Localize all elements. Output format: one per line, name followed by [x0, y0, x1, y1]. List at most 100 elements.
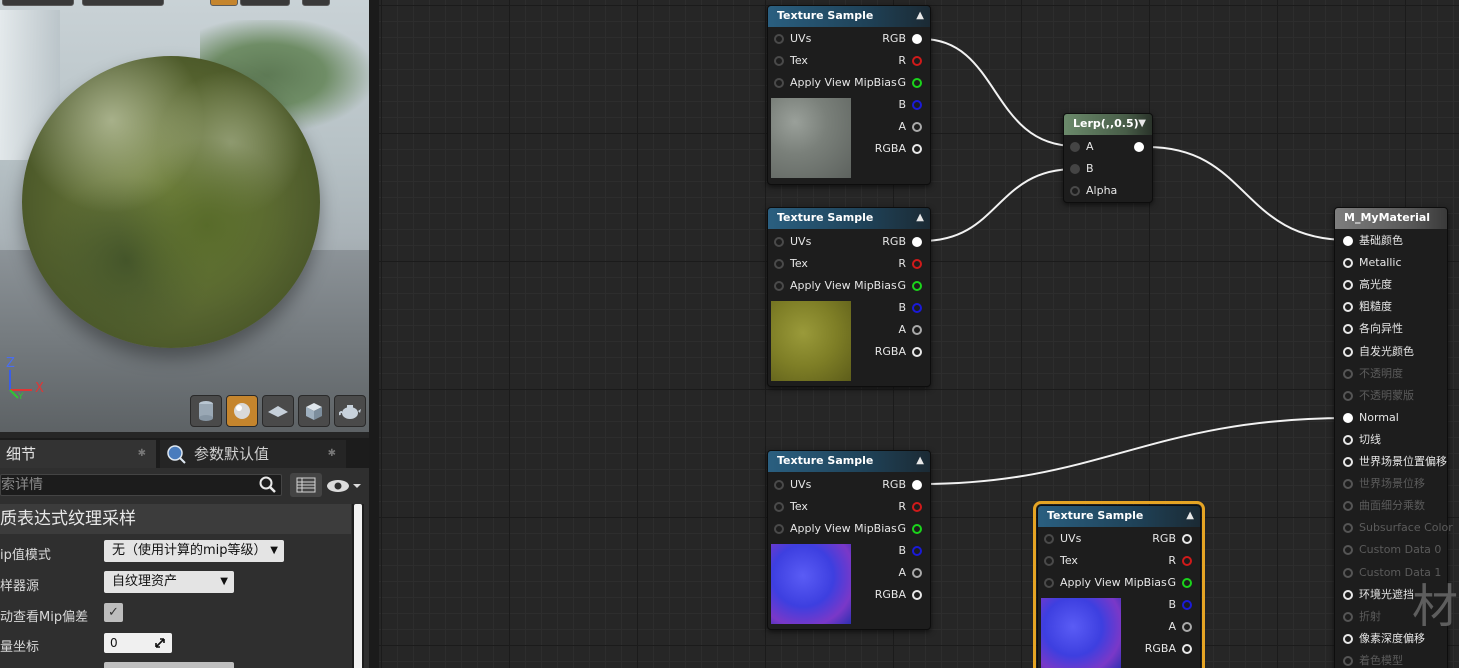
tab-close-icon[interactable]: ✱	[328, 440, 336, 468]
output-pin-r[interactable]: R	[862, 496, 922, 518]
lerp-output-pin[interactable]	[1134, 142, 1144, 152]
output-pin-icon[interactable]	[912, 347, 922, 357]
output-pin-b[interactable]: B	[862, 94, 922, 116]
viewport-show-button[interactable]	[240, 0, 290, 6]
input-pin-icon[interactable]	[774, 78, 784, 88]
input-pin-icon[interactable]	[1343, 280, 1353, 291]
collapse-arrow-icon[interactable]: ▲	[916, 208, 924, 228]
input-pin-icon[interactable]	[1343, 523, 1353, 534]
output-pin-icon[interactable]	[912, 325, 922, 335]
output-pin-rgb[interactable]: RGB	[862, 231, 922, 253]
output-pin-icon[interactable]	[912, 56, 922, 66]
output-pin-r[interactable]: R	[862, 50, 922, 72]
viewport-settings-button[interactable]	[302, 0, 330, 6]
output-pin-icon[interactable]	[912, 502, 922, 512]
input-pin-icon[interactable]	[1343, 655, 1353, 666]
collapse-arrow-icon[interactable]: ▲	[1186, 506, 1194, 526]
input-pin-icon[interactable]	[1343, 302, 1353, 313]
output-pin-icon[interactable]	[1182, 578, 1192, 588]
input-pin-icon[interactable]	[774, 524, 784, 534]
preview-cube-button[interactable]	[298, 395, 330, 427]
output-pin-r[interactable]: R	[862, 253, 922, 275]
node-header[interactable]: M_MyMaterial	[1335, 208, 1447, 229]
output-pin-rgba[interactable]: RGBA	[862, 584, 922, 606]
input-pin-icon[interactable]	[1343, 457, 1353, 467]
texture-sample-node[interactable]: Texture Sample ▲ UVs Tex Apply View MipB…	[767, 450, 931, 630]
panel-splitter[interactable]	[369, 0, 379, 668]
output-pin-icon[interactable]	[1182, 644, 1192, 654]
input-pin-icon[interactable]	[1343, 434, 1353, 445]
input-pin-icon[interactable]	[1343, 346, 1353, 357]
input-pin-icon[interactable]	[1343, 258, 1353, 269]
input-pin-icon[interactable]	[774, 281, 784, 291]
input-pin-icon[interactable]	[1343, 479, 1353, 490]
input-pin-icon[interactable]	[1343, 412, 1353, 423]
preview-plane-button[interactable]	[262, 395, 294, 427]
input-pin-icon[interactable]	[774, 259, 784, 269]
output-pin-icon[interactable]	[912, 100, 922, 110]
input-pin-icon[interactable]	[1070, 164, 1080, 174]
output-pin-b[interactable]: B	[1132, 594, 1192, 616]
output-pin-g[interactable]: G	[862, 275, 922, 297]
output-pin-icon[interactable]	[912, 480, 922, 490]
node-header[interactable]: Texture Sample ▲	[768, 6, 930, 27]
input-pin-icon[interactable]	[774, 56, 784, 66]
output-pin-icon[interactable]	[912, 78, 922, 88]
input-pin-icon[interactable]	[1343, 545, 1353, 556]
output-pin-a[interactable]: A	[862, 319, 922, 341]
input-pin-icon[interactable]	[1343, 390, 1353, 401]
output-pin-r[interactable]: R	[1132, 550, 1192, 572]
output-pin-icon[interactable]	[912, 122, 922, 132]
output-pin-rgb[interactable]: RGB	[862, 474, 922, 496]
output-pin-icon[interactable]	[912, 237, 922, 247]
output-pin-icon[interactable]	[1182, 622, 1192, 632]
input-pin-icon[interactable]	[1343, 589, 1353, 600]
output-pin-icon[interactable]	[912, 144, 922, 154]
output-pin-rgba[interactable]: RGBA	[862, 138, 922, 160]
viewport-view-button[interactable]	[82, 0, 164, 6]
viewport-realtime-button[interactable]	[210, 0, 238, 6]
output-pin-a[interactable]: A	[862, 562, 922, 584]
input-pin-icon[interactable]	[774, 480, 784, 490]
tab-close-icon[interactable]: ✱	[138, 440, 146, 468]
output-pin-icon[interactable]	[912, 568, 922, 578]
output-pin-g[interactable]: G	[862, 72, 922, 94]
output-pin-icon[interactable]	[1182, 600, 1192, 610]
input-pin-icon[interactable]	[774, 502, 784, 512]
output-pin-icon[interactable]	[1182, 556, 1192, 566]
output-pin-a[interactable]: A	[1132, 616, 1192, 638]
input-pin-icon[interactable]	[1044, 556, 1054, 566]
input-pin-icon[interactable]	[1070, 186, 1080, 196]
input-pin-icon[interactable]	[774, 237, 784, 247]
details-scrollbar[interactable]	[352, 504, 364, 668]
details-search-input[interactable]: 索详情	[0, 474, 282, 496]
collapse-arrow-icon[interactable]: ▲	[916, 6, 924, 26]
output-pin-b[interactable]: B	[862, 297, 922, 319]
output-pin-g[interactable]: G	[862, 518, 922, 540]
output-pin-rgb[interactable]: RGB	[1132, 528, 1192, 550]
preview-teapot-button[interactable]	[334, 395, 366, 427]
material-preview-viewport[interactable]: Z X Y	[0, 0, 369, 432]
sampler-source-dropdown[interactable]: 自纹理资产 ▼	[104, 571, 234, 593]
preview-cylinder-button[interactable]	[190, 395, 222, 427]
output-pin-icon[interactable]	[912, 281, 922, 291]
output-pin-icon[interactable]	[1182, 534, 1192, 544]
output-pin-icon[interactable]	[912, 303, 922, 313]
output-pin-icon[interactable]	[912, 259, 922, 269]
collapse-arrow-icon[interactable]: ▼	[1138, 114, 1146, 134]
preview-sphere-button[interactable]	[226, 395, 258, 427]
lerp-node[interactable]: Lerp(,,0.5) ▼ A B Alpha	[1063, 113, 1153, 203]
mip-mode-dropdown[interactable]: 无（使用计算的mip等级） ▼	[104, 540, 284, 562]
input-pin-icon[interactable]	[1343, 501, 1353, 512]
input-pin-icon[interactable]	[1343, 368, 1353, 379]
node-header[interactable]: Texture Sample ▲	[768, 208, 930, 229]
property-matrix-button[interactable]	[290, 473, 322, 497]
node-header[interactable]: Texture Sample ▲	[768, 451, 930, 472]
texture-sample-node[interactable]: Texture Sample ▲ UVs Tex Apply View MipB…	[767, 207, 931, 387]
input-pin-icon[interactable]	[1044, 534, 1054, 544]
tab-details[interactable]: 细节 ✱	[0, 440, 156, 468]
output-pin-g[interactable]: G	[1132, 572, 1192, 594]
tab-parameter-defaults[interactable]: 参数默认值 ✱	[160, 440, 346, 468]
viewport-menu-button[interactable]	[2, 0, 74, 6]
output-pin-rgba[interactable]: RGBA	[862, 341, 922, 363]
